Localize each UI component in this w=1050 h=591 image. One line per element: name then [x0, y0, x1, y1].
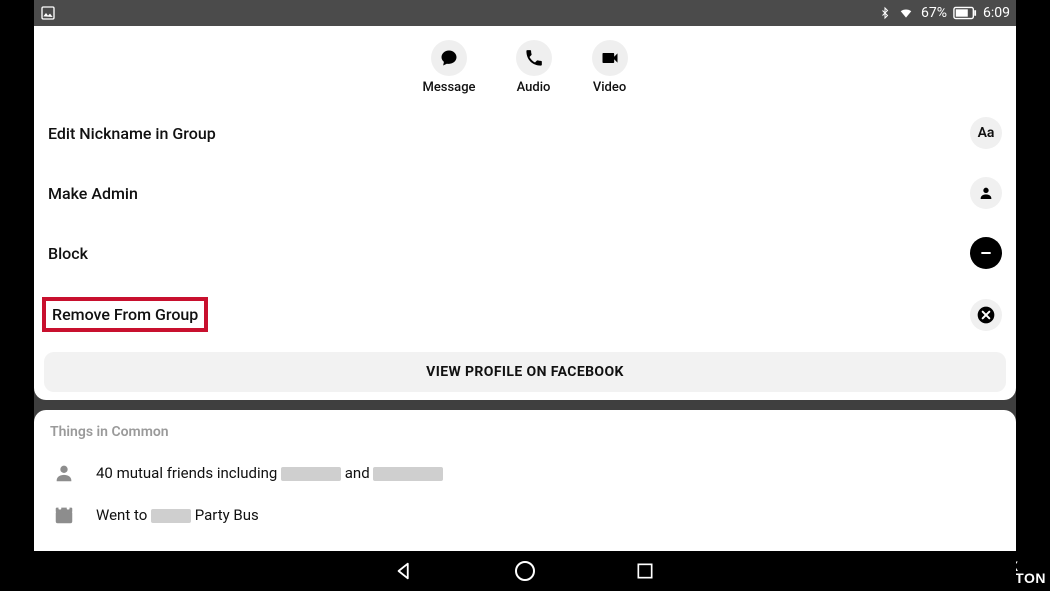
back-button[interactable] [390, 556, 420, 586]
block-label: Block [48, 244, 88, 263]
message-action[interactable]: Message [422, 40, 475, 95]
block-icon [970, 237, 1002, 269]
message-icon [431, 40, 467, 76]
device-screen: 67% 6:09 Message [34, 0, 1016, 591]
wifi-icon [897, 6, 915, 20]
battery-icon [953, 6, 977, 20]
redacted [281, 467, 341, 481]
phone-icon [516, 40, 552, 76]
things-in-common-title: Things in Common [50, 424, 1000, 440]
message-label: Message [422, 80, 475, 95]
remove-from-group-item[interactable]: Remove From Group [34, 283, 1016, 346]
remove-from-group-label: Remove From Group [52, 305, 198, 324]
video-label: Video [593, 80, 626, 95]
mutual-friends-text: 40 mutual friends including and [96, 464, 443, 482]
redacted [151, 509, 191, 523]
audio-label: Audio [517, 80, 551, 95]
redacted [373, 467, 443, 481]
block-item[interactable]: Block [34, 223, 1016, 283]
screen-content: Message Audio Video [34, 26, 1016, 551]
calendar-icon [50, 504, 78, 526]
battery-percent: 67% [921, 5, 947, 21]
edit-nickname-label: Edit Nickname in Group [48, 124, 216, 143]
event-text: Went to Party Bus [96, 506, 259, 524]
audio-action[interactable]: Audio [516, 40, 552, 95]
nav-bar [34, 551, 1016, 591]
image-icon [40, 5, 56, 21]
view-profile-label: VIEW PROFILE ON FACEBOOK [426, 364, 624, 380]
person-icon [970, 177, 1002, 209]
member-actions-card: Message Audio Video [34, 26, 1016, 400]
things-in-common-card: Things in Common 40 mutual friends inclu… [34, 410, 1016, 551]
friends-icon [50, 462, 78, 484]
edit-nickname-item[interactable]: Edit Nickname in Group Aa [34, 103, 1016, 163]
aa-icon: Aa [970, 117, 1002, 149]
clock: 6:09 [983, 5, 1010, 21]
highlight-box: Remove From Group [42, 297, 208, 332]
video-icon [592, 40, 628, 76]
letterbox-left [0, 0, 34, 591]
bluetooth-icon [879, 5, 891, 21]
status-bar: 67% 6:09 [34, 0, 1016, 26]
make-admin-label: Make Admin [48, 184, 138, 203]
home-button[interactable] [510, 556, 540, 586]
make-admin-item[interactable]: Make Admin [34, 163, 1016, 223]
recents-button[interactable] [630, 556, 660, 586]
event-row[interactable]: Went to Party Bus [50, 494, 1000, 536]
close-icon [970, 299, 1002, 331]
view-profile-button[interactable]: VIEW PROFILE ON FACEBOOK [44, 352, 1006, 392]
mutual-friends-row[interactable]: 40 mutual friends including and [50, 452, 1000, 494]
video-action[interactable]: Video [592, 40, 628, 95]
letterbox-right [1016, 0, 1050, 591]
